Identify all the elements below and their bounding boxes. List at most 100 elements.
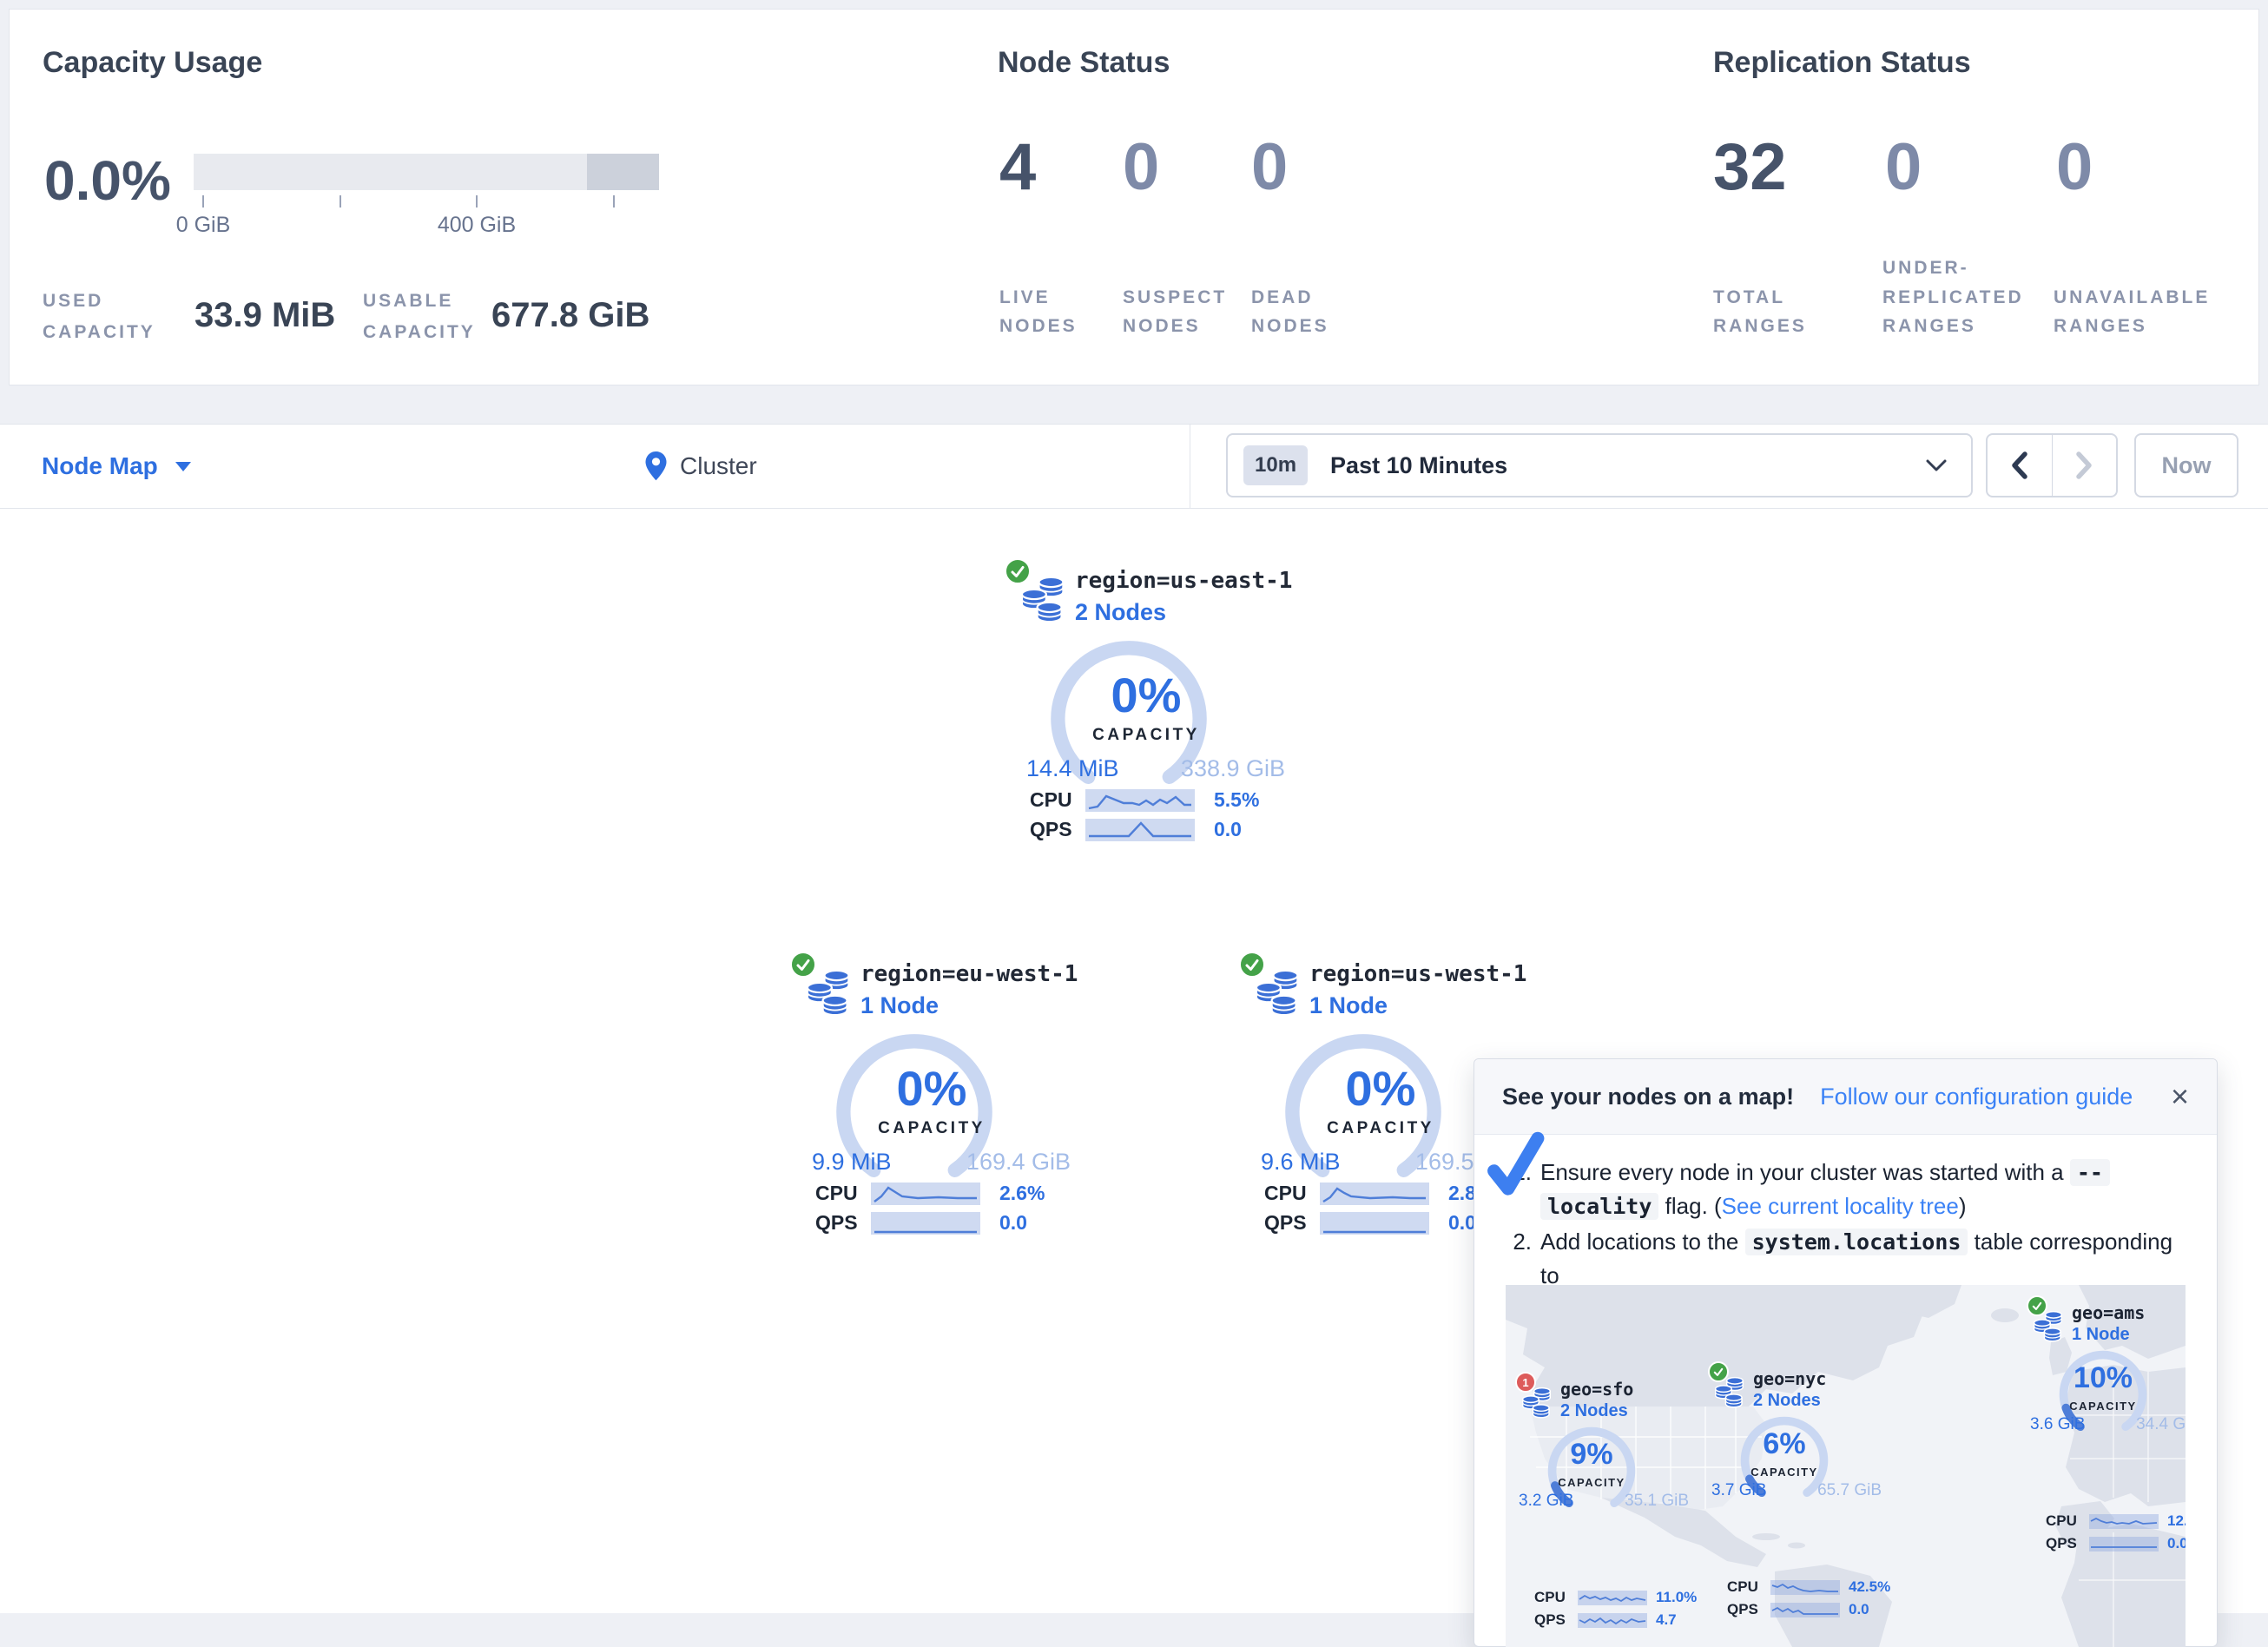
used-capacity: 3.2 GiB	[1519, 1492, 1573, 1511]
cpu-sparkline	[2089, 1514, 2159, 1529]
map-node-name: geo=nyc	[1753, 1368, 1826, 1389]
used-capacity: 3.6 GiB	[2030, 1415, 2085, 1434]
view-selector-dropdown[interactable]: Node Map	[42, 425, 191, 508]
qps-value: 0.0	[1214, 818, 1242, 841]
next-time-button[interactable]	[2053, 435, 2117, 496]
total-capacity: 65.7 GiB	[1817, 1481, 1882, 1500]
qps-label: QPS	[1264, 1211, 1309, 1235]
status-ok-icon	[2027, 1295, 2047, 1316]
popover-header: See your nodes on a map! Follow our conf…	[1474, 1059, 2217, 1135]
status-ok-icon	[1004, 557, 1032, 585]
code-chip: locality	[1540, 1193, 1658, 1220]
cpu-value: 12.3%	[2167, 1512, 2186, 1530]
cpu-label: CPU	[1534, 1589, 1572, 1606]
suspect-nodes-value: 0	[1123, 129, 1159, 205]
map-node-count: 2 Nodes	[1560, 1401, 1628, 1421]
total-capacity: 35.1 GiB	[1625, 1492, 1689, 1511]
live-nodes-label: LIVE NODES	[999, 283, 1086, 341]
capacity-label: CAPACITY	[784, 1119, 1079, 1138]
close-icon[interactable]: ×	[2171, 1081, 2189, 1112]
database-icon	[1256, 968, 1302, 1018]
toolbar: Node Map Cluster 10m Past 10 Minutes	[0, 424, 2268, 509]
total-ranges-value: 32	[1713, 129, 1787, 205]
qps-sparkline	[2089, 1537, 2159, 1551]
region-node-count: 1 Node	[860, 992, 939, 1019]
dead-nodes-label: DEAD NODES	[1251, 283, 1347, 341]
chevron-left-icon	[2009, 450, 2030, 481]
status-ok-icon	[1238, 951, 1266, 978]
cpu-sparkline	[1578, 1591, 1647, 1605]
qps-label: QPS	[1727, 1601, 1765, 1618]
qps-label: QPS	[2046, 1535, 2084, 1552]
cpu-sparkline	[1320, 1183, 1429, 1205]
capacity-usage-title: Capacity Usage	[43, 46, 262, 80]
capacity-percent: 0%	[999, 667, 1294, 723]
step-1: 1. Ensure every node in your cluster was…	[1500, 1156, 2191, 1223]
prev-time-button[interactable]	[1988, 435, 2053, 496]
status-ok-icon	[1708, 1361, 1729, 1382]
qps-sparkline	[1770, 1603, 1840, 1617]
under-replicated-label: UNDER-REPLICATED RANGES	[1882, 254, 2043, 341]
usable-capacity-value: 677.8 GiB	[491, 296, 649, 335]
axis-tick	[476, 195, 478, 208]
checkmark-icon	[1480, 1129, 1553, 1202]
capacity-percent: 0.0%	[44, 148, 171, 213]
used-capacity-value: 33.9 MiB	[194, 296, 335, 335]
region-node-count: 2 Nodes	[1075, 599, 1166, 626]
region-card-us-east-1[interactable]: region=us-east-1 2 Nodes 0% CAPACITY 14.…	[999, 556, 1294, 860]
capacity-percent: 10%	[2027, 1361, 2179, 1395]
nodes-on-map-popover: See your nodes on a map! Follow our conf…	[1474, 1058, 2218, 1647]
qps-value: 4.7	[1656, 1611, 1677, 1629]
usable-capacity-label: USABLE CAPACITY	[363, 286, 511, 347]
cpu-value: 42.5%	[1849, 1578, 1890, 1596]
cpu-label: CPU	[815, 1182, 860, 1205]
qps-value: 0.0	[1849, 1601, 1869, 1618]
capacity-percent: 9%	[1515, 1438, 1668, 1472]
qps-value: 0.0	[999, 1211, 1027, 1235]
region-icon-group	[784, 949, 854, 1022]
capacity-label: CAPACITY	[999, 726, 1294, 745]
step-1-text: Ensure every node in your cluster was st…	[1540, 1156, 2110, 1223]
locality-tree-link[interactable]: See current locality tree	[1722, 1193, 1959, 1219]
cpu-value: 11.0%	[1656, 1589, 1697, 1606]
axis-tick-label: 400 GiB	[438, 213, 516, 238]
region-name: region=eu-west-1	[860, 961, 1078, 987]
node-map-canvas: region=us-east-1 2 Nodes 0% CAPACITY 14.…	[0, 509, 2268, 1613]
total-capacity: 169.4 GiB	[966, 1149, 1071, 1176]
qps-sparkline	[871, 1212, 980, 1235]
qps-sparkline	[1085, 819, 1195, 841]
map-preview: 1 geo=sfo 2 Nodes 9% CAPACITY 3.2 GiB 35…	[1506, 1285, 2186, 1647]
capacity-percent: 0%	[784, 1060, 1079, 1117]
view-selector-label: Node Map	[42, 452, 158, 480]
configuration-guide-link[interactable]: Follow our configuration guide	[1820, 1084, 2133, 1110]
axis-tick	[202, 195, 204, 208]
region-name: region=us-west-1	[1309, 961, 1526, 987]
unavailable-value: 0	[2056, 129, 2093, 205]
qps-label: QPS	[815, 1211, 860, 1235]
region-icon-group	[999, 556, 1068, 629]
breadcrumb[interactable]: Cluster	[644, 425, 757, 508]
status-ok-icon	[789, 951, 817, 978]
qps-label: QPS	[1534, 1611, 1572, 1629]
capacity-bar	[194, 154, 659, 190]
replication-status-title: Replication Status	[1713, 46, 1971, 80]
unavailable-label: UNAVAILABLE RANGES	[2054, 283, 2227, 341]
used-capacity: 9.9 MiB	[812, 1149, 892, 1176]
cpu-value: 5.5%	[1214, 788, 1259, 812]
qps-value: 0.0	[1448, 1211, 1476, 1235]
region-card-eu-west-1[interactable]: region=eu-west-1 1 Node 0% CAPACITY 9.9 …	[784, 949, 1079, 1253]
chevron-down-icon	[1926, 459, 1947, 471]
cpu-sparkline	[1770, 1580, 1840, 1595]
cpu-label: CPU	[2046, 1512, 2084, 1530]
map-node-count: 2 Nodes	[1753, 1391, 1821, 1411]
chevron-down-icon	[175, 462, 191, 471]
breadcrumb-label: Cluster	[680, 452, 757, 480]
qps-sparkline	[1320, 1212, 1429, 1235]
region-node-count: 1 Node	[1309, 992, 1388, 1019]
capacity-label: CAPACITY	[2027, 1400, 2179, 1413]
now-button[interactable]: Now	[2134, 433, 2238, 497]
cpu-sparkline	[1085, 789, 1195, 812]
qps-label: QPS	[1030, 818, 1075, 841]
time-range-dropdown[interactable]: 10m Past 10 Minutes	[1226, 433, 1973, 497]
code-chip: --	[2070, 1159, 2110, 1186]
